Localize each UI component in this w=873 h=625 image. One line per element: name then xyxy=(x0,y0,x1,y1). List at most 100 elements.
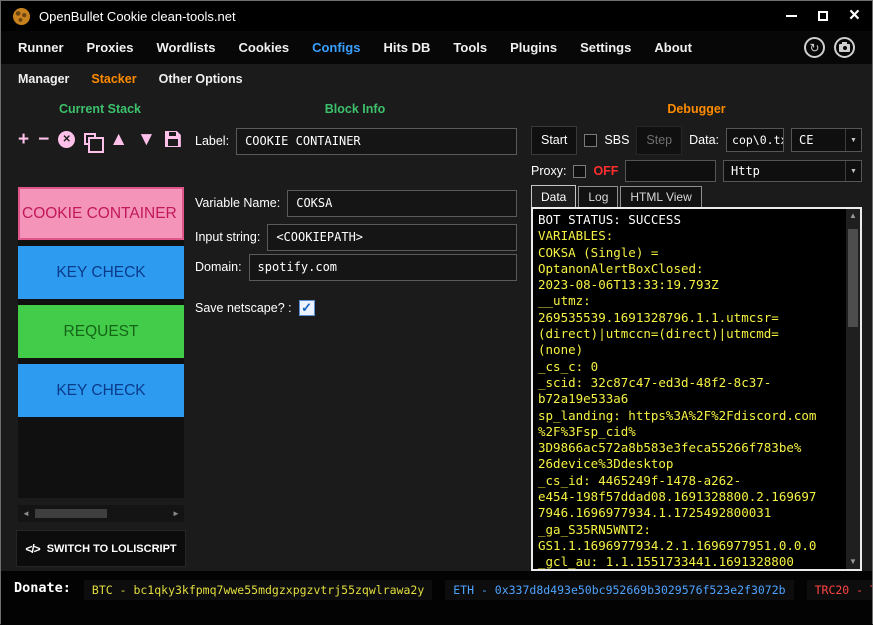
submenu-item-other-options[interactable]: Other Options xyxy=(159,72,243,86)
label-caption: Label: xyxy=(195,134,229,148)
domain-input[interactable]: spotify.com xyxy=(249,254,517,281)
debug-line: (none) xyxy=(538,342,839,358)
start-button[interactable]: Start xyxy=(531,126,577,155)
debug-line: 2023-08-06T13:33:19.793Z xyxy=(538,277,839,293)
tab-data[interactable]: Data xyxy=(531,185,576,207)
debug-line: GS1.1.1696977934.2.1.1696977951.0.0.0 xyxy=(538,538,839,554)
scrollbar-thumb[interactable] xyxy=(35,509,107,518)
proxy-input[interactable] xyxy=(625,160,716,182)
chevron-down-icon[interactable]: ▼ xyxy=(845,129,861,151)
scroll-up-icon[interactable]: ▲ xyxy=(849,209,857,223)
save-config-icon[interactable] xyxy=(165,131,181,147)
chevron-down-icon[interactable]: ▼ xyxy=(845,161,861,181)
scroll-left-icon[interactable]: ◄ xyxy=(18,509,34,518)
debug-line: _gcl_au: 1.1.1551733441.1691328800 xyxy=(538,554,839,570)
menu-item-runner[interactable]: Runner xyxy=(18,40,64,55)
close-icon[interactable]: × xyxy=(849,9,860,23)
proxy-status: OFF xyxy=(593,164,618,178)
debug-line: _ga_S35RN5WNT2: xyxy=(538,522,839,538)
menu-item-configs[interactable]: Configs xyxy=(312,40,360,55)
input-string-input[interactable]: <COOKIEPATH> xyxy=(267,224,517,251)
scroll-down-icon[interactable]: ▼ xyxy=(849,555,857,569)
debug-line: _cs_c: 0 xyxy=(538,359,839,375)
switch-to-loliscript-button[interactable]: </> SWITCH TO LOLISCRIPT xyxy=(16,530,186,567)
debug-line: COKSA (Single) = xyxy=(538,245,839,261)
menu-item-cookies[interactable]: Cookies xyxy=(238,40,289,55)
add-block-icon[interactable]: + xyxy=(18,130,29,149)
debug-line: __utmz: xyxy=(538,293,839,309)
titlebar: OpenBullet Cookie clean-tools.net × xyxy=(1,1,872,31)
menu-icon-group: ↻ xyxy=(804,37,855,58)
clone-block-icon[interactable] xyxy=(84,133,96,145)
donate-caption: Donate: xyxy=(14,580,71,596)
variable-name-input[interactable]: COKSA xyxy=(287,190,517,217)
menu-item-plugins[interactable]: Plugins xyxy=(510,40,557,55)
submenu-item-stacker[interactable]: Stacker xyxy=(91,72,136,86)
variable-name-caption: Variable Name: xyxy=(195,196,280,210)
submenu-item-manager[interactable]: Manager xyxy=(18,72,69,86)
tab-html-view[interactable]: HTML View xyxy=(620,186,701,207)
block-info-title: Block Info xyxy=(191,102,519,116)
scrollbar-thumb[interactable] xyxy=(848,229,858,327)
scroll-right-icon[interactable]: ► xyxy=(168,509,184,518)
stack-block-keycheck-2[interactable]: KEY CHECK xyxy=(18,364,184,417)
minimize-icon[interactable] xyxy=(786,15,797,17)
current-stack-title: Current Stack xyxy=(15,102,185,116)
menu-item-about[interactable]: About xyxy=(654,40,692,55)
move-up-icon[interactable]: ▲ xyxy=(109,130,128,149)
move-down-icon[interactable]: ▼ xyxy=(137,130,156,149)
debug-line: (direct)|utmccn=(direct)|utmcmd= xyxy=(538,326,839,342)
stack-block-cookie-container[interactable]: COOKIE CONTAINER xyxy=(18,187,184,240)
domain-caption: Domain: xyxy=(195,260,242,274)
data-caption: Data: xyxy=(689,133,719,147)
tab-log[interactable]: Log xyxy=(578,186,618,207)
eth-address: ETH - 0x337d8d493e50bc952669b3029576f523… xyxy=(445,580,793,600)
debugger-row-1: Start SBS Step Data: cop\0.txt CE ▼ xyxy=(531,125,862,155)
update-icon[interactable]: ↻ xyxy=(804,37,825,58)
donate-bar: Donate: BTC - bc1qky3kfpmq7wwe55mdgzxpgz… xyxy=(1,571,872,625)
remove-block-icon[interactable]: − xyxy=(38,130,49,149)
cookie-app-icon xyxy=(13,8,30,25)
menu-item-settings[interactable]: Settings xyxy=(580,40,631,55)
switch-button-label: SWITCH TO LOLISCRIPT xyxy=(47,543,177,555)
output-vertical-scrollbar[interactable]: ▲ ▼ xyxy=(846,209,860,569)
sbs-checkbox[interactable] xyxy=(584,134,597,147)
btc-address: BTC - bc1qky3kfpmq7wwe55mdgzxpgzvtrj55zq… xyxy=(84,580,432,600)
menu-item-hitsdb[interactable]: Hits DB xyxy=(383,40,430,55)
stack-toolbar: + − ✕ ▲ ▼ xyxy=(18,128,181,150)
submenu-bar: Manager Stacker Other Options xyxy=(1,64,872,94)
bot-status-line: BOT STATUS: SUCCESS xyxy=(538,212,839,228)
wordlist-type-select[interactable]: CE ▼ xyxy=(791,128,862,152)
debugger-output: BOT STATUS: SUCCESS VARIABLES: COKSA (Si… xyxy=(531,207,862,571)
camera-icon[interactable] xyxy=(834,37,855,58)
sbs-label: SBS xyxy=(604,133,629,147)
save-netscape-checkbox[interactable]: ✓ xyxy=(299,300,315,316)
clear-stack-icon[interactable]: ✕ xyxy=(58,131,75,148)
menu-item-proxies[interactable]: Proxies xyxy=(87,40,134,55)
proxy-type-select[interactable]: Http ▼ xyxy=(723,160,862,182)
variable-name-row: Variable Name: COKSA xyxy=(195,189,517,217)
stack-block-keycheck-1[interactable]: KEY CHECK xyxy=(18,246,184,299)
debug-line: %2F%3Fsp_cid% xyxy=(538,424,839,440)
menu-item-wordlists[interactable]: Wordlists xyxy=(156,40,215,55)
domain-row: Domain: spotify.com xyxy=(195,253,517,281)
menu-item-tools[interactable]: Tools xyxy=(453,40,487,55)
save-netscape-caption: Save netscape? : xyxy=(195,301,292,315)
proxy-caption: Proxy: xyxy=(531,164,566,178)
proxy-checkbox[interactable] xyxy=(573,165,586,178)
debug-line: _scid: 32c87c47-ed3d-48f2-8c37- xyxy=(538,375,839,391)
debug-line: b72a19e533a6 xyxy=(538,391,839,407)
stack-horizontal-scrollbar[interactable]: ◄ ► xyxy=(18,505,184,522)
debug-line: _cs_id: 4465249f-1478-a262- xyxy=(538,473,839,489)
save-netscape-row: Save netscape? : ✓ xyxy=(195,298,517,318)
data-input[interactable]: cop\0.txt xyxy=(726,128,784,152)
maximize-icon[interactable] xyxy=(818,11,828,21)
window-controls: × xyxy=(786,9,860,23)
debug-line: e454-198f57ddad08.1691328800.2.169697 xyxy=(538,489,839,505)
step-button[interactable]: Step xyxy=(636,126,682,155)
trc20-address: TRC20 - T xyxy=(807,580,872,600)
debug-line: 3D9866ac572a8b583e3feca55266f783be% xyxy=(538,440,839,456)
label-input[interactable]: COOKIE CONTAINER xyxy=(236,128,517,155)
menu-bar: Runner Proxies Wordlists Cookies Configs… xyxy=(1,31,872,64)
stack-block-request[interactable]: REQUEST xyxy=(18,305,184,358)
